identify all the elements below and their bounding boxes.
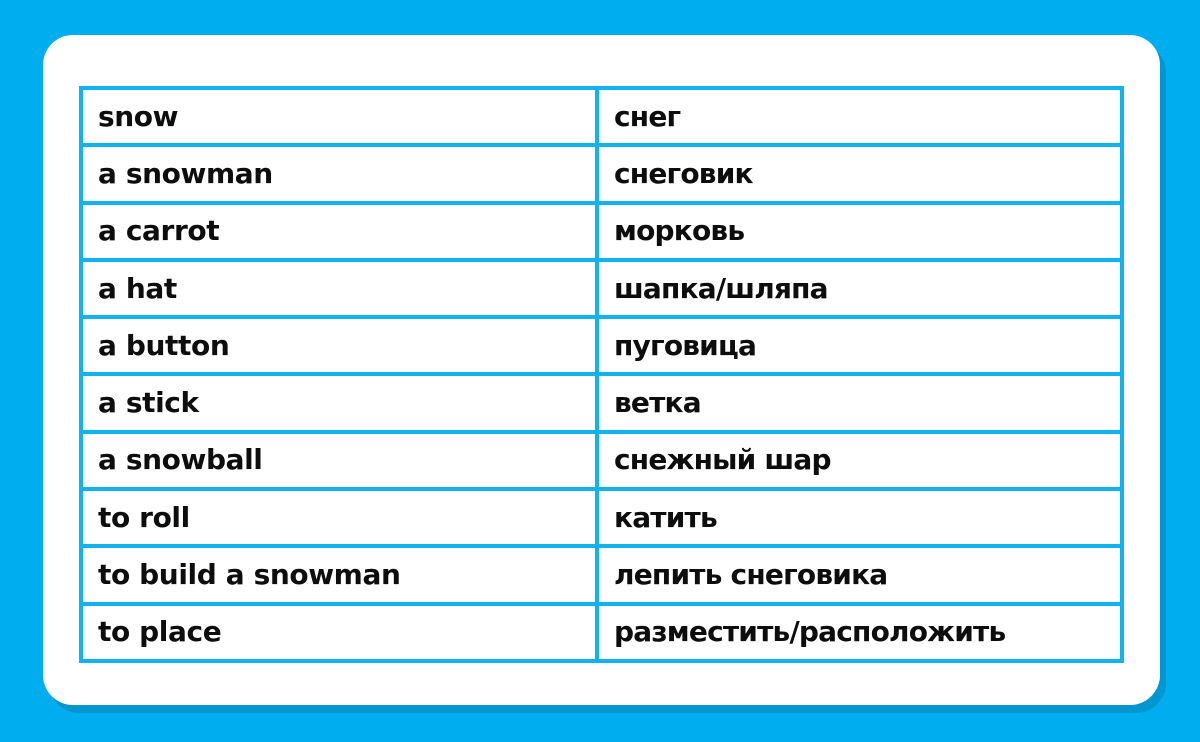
table-cell-term: to build a snowman xyxy=(83,548,599,602)
table-cell-translation: морковь xyxy=(599,205,1120,258)
vocabulary-table: snow снег a snowman снеговик a carrot морковь… xyxy=(79,86,1124,663)
table-row: a snowball снежный шар xyxy=(83,433,1120,492)
table-cell-translation: снежный шар xyxy=(599,434,1120,487)
table-cell-translation: снеговик xyxy=(599,147,1120,200)
table-cell-translation: шапка/шляпа xyxy=(599,262,1120,315)
table-cell-translation: катить xyxy=(599,491,1120,544)
table-cell-term: to place xyxy=(83,605,599,659)
table-cell-translation: лепить снеговика xyxy=(599,548,1120,601)
term-text: a hat xyxy=(98,271,177,305)
table-cell-term: a button xyxy=(83,319,599,373)
table-row: to place разместить/расположить xyxy=(83,605,1120,659)
table-cell-translation: разместить/расположить xyxy=(599,606,1120,659)
table-row: a carrot морковь xyxy=(83,204,1120,262)
table-cell-translation: снег xyxy=(599,90,1120,143)
table-cell-term: a hat xyxy=(83,261,599,316)
translation-text: снежный шар xyxy=(614,443,832,477)
term-text: a carrot xyxy=(98,214,220,248)
table-cell-term: snow xyxy=(83,90,599,144)
translation-text: морковь xyxy=(614,214,745,248)
vocabulary-card: snow снег a snowman снеговик a carrot морковь… xyxy=(43,35,1160,705)
term-text: snow xyxy=(98,99,179,133)
table-cell-term: to roll xyxy=(83,491,599,545)
table-row: to roll катить xyxy=(83,491,1120,549)
translation-text: снеговик xyxy=(614,156,754,190)
translation-text: шапка/шляпа xyxy=(614,271,829,305)
table-row: a hat шапка/шляпа xyxy=(83,261,1120,320)
translation-text: катить xyxy=(614,500,718,534)
term-text: to build a snowman xyxy=(98,558,401,592)
vocabulary-page: snow снег a snowman снеговик a carrot морковь… xyxy=(0,0,1200,742)
translation-text: снег xyxy=(614,99,681,133)
translation-text: лепить снеговика xyxy=(614,558,888,592)
term-text: to roll xyxy=(98,500,190,534)
term-text: a stick xyxy=(98,386,199,420)
translation-text: пуговица xyxy=(614,328,757,362)
table-row: to build a snowman лепить снеговика xyxy=(83,548,1120,606)
term-text: a snowman xyxy=(98,156,273,190)
table-cell-translation: ветка xyxy=(599,376,1120,429)
translation-text: разместить/расположить xyxy=(614,615,1006,649)
table-cell-term: a carrot xyxy=(83,204,599,258)
table-cell-term: a stick xyxy=(83,376,599,430)
term-text: a button xyxy=(98,328,230,362)
table-cell-translation: пуговица xyxy=(599,319,1120,372)
table-cell-term: a snowball xyxy=(83,433,599,488)
table-row: a snowman снеговик xyxy=(83,147,1120,205)
table-row: a stick ветка xyxy=(83,376,1120,434)
term-text: to place xyxy=(98,615,222,649)
table-cell-term: a snowman xyxy=(83,147,599,201)
table-row: snow снег xyxy=(83,90,1120,148)
translation-text: ветка xyxy=(614,386,702,420)
term-text: a snowball xyxy=(98,443,263,477)
table-row: a button пуговица xyxy=(83,319,1120,377)
